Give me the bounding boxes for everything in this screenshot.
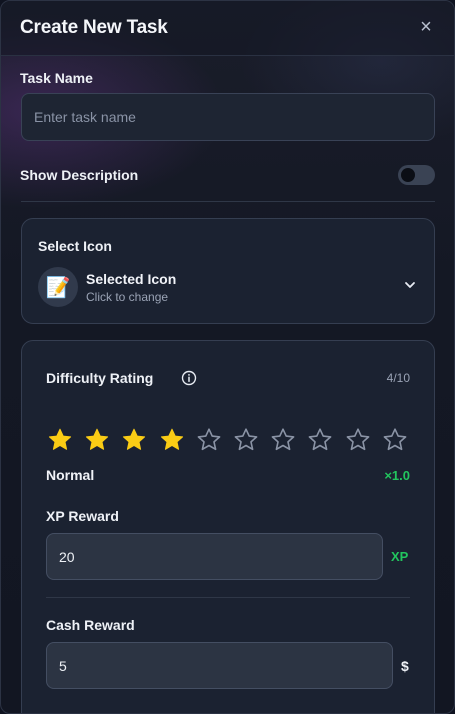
- task-name-input[interactable]: [21, 93, 435, 141]
- difficulty-card: Difficulty Rating 4/10 Normal ×1.0 XP Re…: [21, 340, 435, 713]
- cash-reward-label: Cash Reward: [46, 617, 135, 633]
- close-icon[interactable]: ×: [414, 15, 438, 39]
- star-filled-icon[interactable]: [159, 427, 185, 453]
- selected-icon-subtitle: Click to change: [86, 290, 169, 304]
- icon-select-card: Select Icon 📝 Selected Icon Click to cha…: [21, 218, 435, 324]
- difficulty-label: Difficulty Rating: [46, 370, 154, 386]
- create-task-dialog: Create New Task × Task Name Show Descrip…: [0, 0, 455, 714]
- dollar-suffix: $: [401, 658, 409, 674]
- toggle-knob: [401, 168, 415, 182]
- memo-icon: 📝: [38, 267, 78, 307]
- task-name-label: Task Name: [20, 70, 93, 86]
- show-description-label: Show Description: [20, 167, 139, 183]
- reward-divider: [46, 597, 410, 598]
- difficulty-multiplier: ×1.0: [384, 468, 410, 483]
- star-empty-icon[interactable]: [270, 427, 296, 453]
- star-empty-icon[interactable]: [382, 427, 408, 453]
- section-divider: [21, 201, 435, 202]
- star-empty-icon[interactable]: [196, 427, 222, 453]
- cash-reward-input[interactable]: [46, 642, 393, 689]
- star-filled-icon[interactable]: [121, 427, 147, 453]
- icon-select-dropdown[interactable]: 📝 Selected Icon Click to change: [38, 266, 418, 308]
- difficulty-count: 4/10: [386, 371, 410, 385]
- info-icon[interactable]: [181, 370, 197, 386]
- star-empty-icon[interactable]: [307, 427, 333, 453]
- show-description-toggle[interactable]: [398, 165, 435, 185]
- dialog-header: Create New Task ×: [1, 1, 454, 56]
- dialog-title: Create New Task: [20, 17, 168, 38]
- xp-reward-label: XP Reward: [46, 508, 119, 524]
- select-icon-label: Select Icon: [38, 238, 112, 254]
- star-filled-icon[interactable]: [47, 427, 73, 453]
- xp-reward-input[interactable]: [46, 533, 383, 580]
- star-empty-icon[interactable]: [233, 427, 259, 453]
- xp-suffix: XP: [391, 549, 409, 564]
- star-filled-icon[interactable]: [84, 427, 110, 453]
- star-empty-icon[interactable]: [345, 427, 371, 453]
- difficulty-level-name: Normal: [46, 467, 95, 483]
- chevron-down-icon: [405, 282, 415, 288]
- selected-icon-title: Selected Icon: [86, 271, 177, 287]
